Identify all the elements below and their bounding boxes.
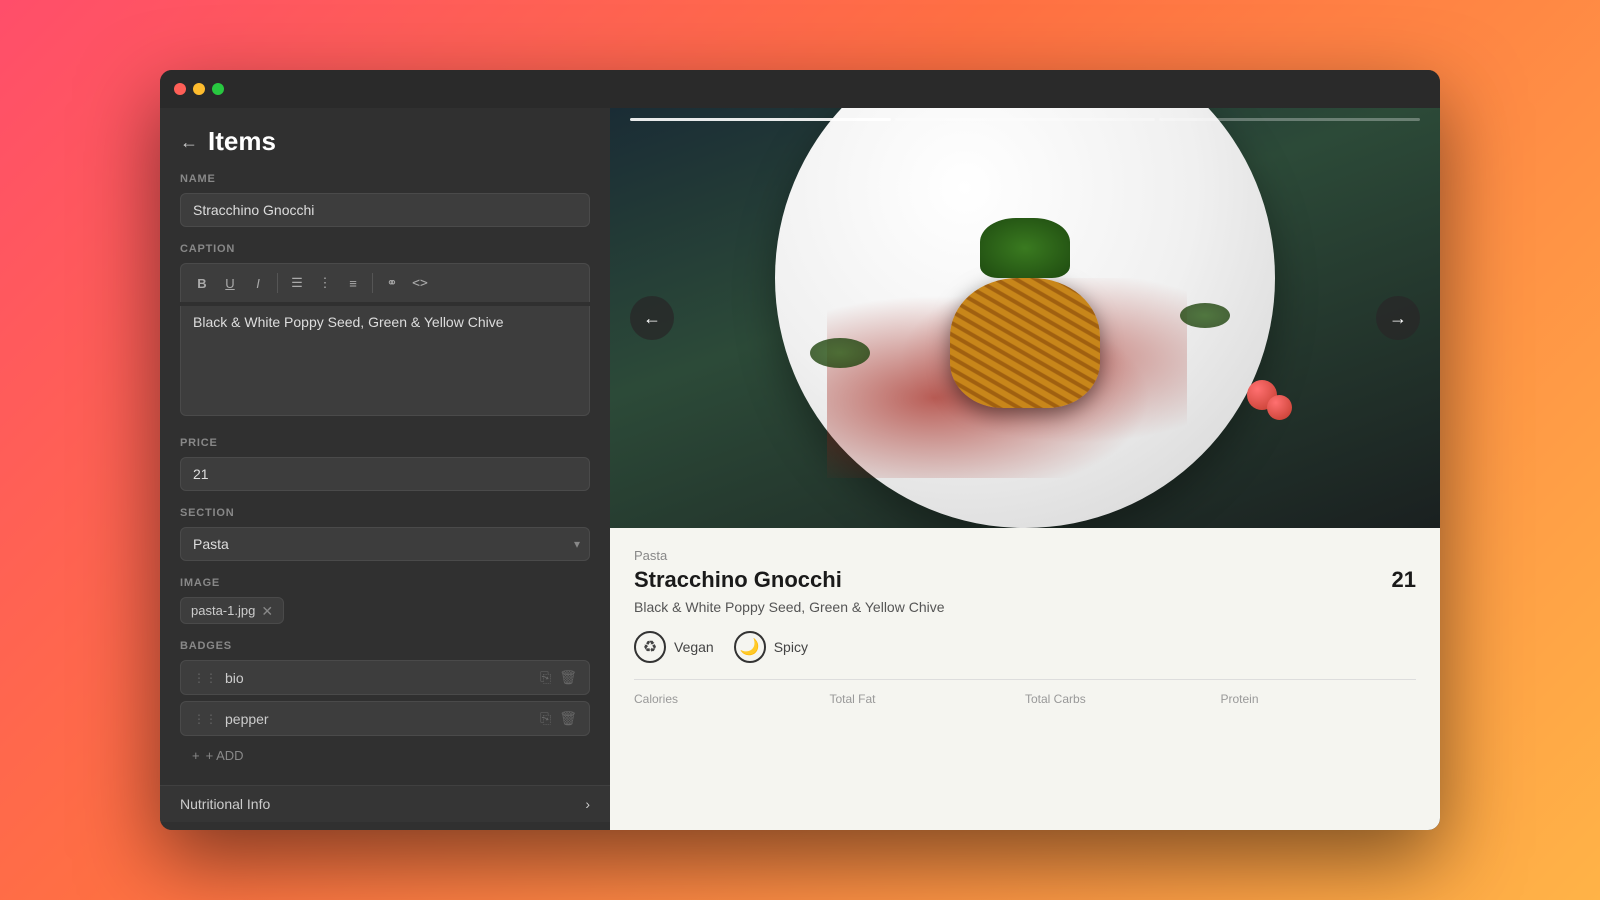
nutritional-info-row[interactable]: Nutritional Info › bbox=[160, 785, 610, 822]
toolbar-divider-2 bbox=[372, 273, 373, 293]
price-label: PRICE bbox=[180, 437, 590, 449]
spicy-icon: 🌙 bbox=[734, 631, 766, 663]
maximize-button[interactable] bbox=[212, 83, 224, 95]
tomatoes bbox=[1244, 377, 1280, 418]
badge-name-pepper: pepper bbox=[225, 711, 532, 727]
item-price-display: 21 bbox=[1392, 567, 1416, 593]
section-label: SECTION bbox=[180, 507, 590, 519]
align-button[interactable]: ≡ bbox=[340, 270, 366, 296]
code-button[interactable]: <> bbox=[407, 270, 433, 296]
add-badge-label: + ADD bbox=[206, 748, 244, 763]
calories-label: Calories bbox=[634, 692, 830, 706]
image-label: IMAGE bbox=[180, 577, 590, 589]
badge-actions-bio: ⎘ 🗑 bbox=[540, 669, 577, 686]
chevron-right-icon: › bbox=[585, 796, 590, 812]
image-section: IMAGE pasta-1.jpg ✕ bbox=[160, 577, 610, 640]
drag-handle-icon[interactable]: ⋮⋮ bbox=[193, 671, 217, 685]
slide-indicators bbox=[630, 118, 1420, 121]
right-preview-panel: ← → Pasta Stracchino Gnocchi 21 Black & … bbox=[610, 108, 1440, 830]
badge-item-pepper: ⋮⋮ pepper ⎘ 🗑 bbox=[180, 701, 590, 736]
badge-vegan: ♻ Vegan bbox=[634, 631, 714, 663]
unordered-list-button[interactable]: ☰ bbox=[284, 270, 310, 296]
food-scene bbox=[610, 108, 1440, 528]
caption-input[interactable]: Black & White Poppy Seed, Green & Yellow… bbox=[180, 306, 590, 416]
copy-icon[interactable]: ⎘ bbox=[540, 669, 551, 686]
section-select-wrap: Pasta Starters Mains Desserts ▾ bbox=[180, 527, 590, 561]
main-content: ← Items NAME CAPTION B U I ☰ ⋮ ≡ bbox=[160, 108, 1440, 830]
badge-name-bio: bio bbox=[225, 670, 532, 686]
nutrition-calories: Calories bbox=[634, 692, 830, 706]
panel-header: ← Items bbox=[160, 108, 610, 173]
link-button[interactable]: ⚭ bbox=[379, 270, 405, 296]
item-category: Pasta bbox=[634, 548, 1416, 563]
underline-button[interactable]: U bbox=[217, 270, 243, 296]
prev-image-button[interactable]: ← bbox=[630, 296, 674, 340]
herbs-left bbox=[810, 338, 870, 368]
next-image-button[interactable]: → bbox=[1376, 296, 1420, 340]
delete-icon[interactable]: 🗑 bbox=[559, 710, 577, 727]
pasta-mound-area bbox=[915, 208, 1135, 438]
preview-badges-row: ♻ Vegan 🌙 Spicy bbox=[634, 631, 1416, 663]
main-window: ← Items NAME CAPTION B U I ☰ ⋮ ≡ bbox=[160, 70, 1440, 830]
item-name-display: Stracchino Gnocchi bbox=[634, 567, 842, 593]
name-input[interactable] bbox=[180, 193, 590, 227]
caption-section: CAPTION B U I ☰ ⋮ ≡ ⚭ <> Black & White P… bbox=[160, 243, 610, 437]
price-input[interactable] bbox=[180, 457, 590, 491]
image-filename: pasta-1.jpg bbox=[191, 603, 255, 618]
nutrition-row: Calories Total Fat Total Carbs Protein bbox=[634, 679, 1416, 706]
left-panel: ← Items NAME CAPTION B U I ☰ ⋮ ≡ bbox=[160, 108, 610, 830]
vegan-icon: ♻ bbox=[634, 631, 666, 663]
image-tag: pasta-1.jpg ✕ bbox=[180, 597, 284, 624]
badge-actions-pepper: ⎘ 🗑 bbox=[540, 710, 577, 727]
minimize-button[interactable] bbox=[193, 83, 205, 95]
caption-toolbar: B U I ☰ ⋮ ≡ ⚭ <> bbox=[180, 263, 590, 302]
vegan-label: Vegan bbox=[674, 639, 714, 655]
slide-indicator bbox=[895, 118, 1156, 121]
info-card: Pasta Stracchino Gnocchi 21 Black & Whit… bbox=[610, 528, 1440, 830]
name-section: NAME bbox=[160, 173, 610, 243]
image-remove-button[interactable]: ✕ bbox=[261, 604, 273, 618]
delete-icon[interactable]: 🗑 bbox=[559, 669, 577, 686]
nutrition-protein: Protein bbox=[1221, 692, 1417, 706]
name-label: NAME bbox=[180, 173, 590, 185]
slide-indicator bbox=[1159, 118, 1420, 121]
badge-item-bio: ⋮⋮ bio ⎘ 🗑 bbox=[180, 660, 590, 695]
titlebar bbox=[160, 70, 1440, 108]
protein-label: Protein bbox=[1221, 692, 1417, 706]
ordered-list-button[interactable]: ⋮ bbox=[312, 270, 338, 296]
item-name-row: Stracchino Gnocchi 21 bbox=[634, 567, 1416, 593]
herbs bbox=[980, 218, 1070, 278]
traffic-lights bbox=[174, 83, 224, 95]
fat-label: Total Fat bbox=[830, 692, 1026, 706]
italic-button[interactable]: I bbox=[245, 270, 271, 296]
close-button[interactable] bbox=[174, 83, 186, 95]
nutrition-carbs: Total Carbs bbox=[1025, 692, 1221, 706]
pasta-mound bbox=[950, 278, 1100, 408]
toolbar-divider-1 bbox=[277, 273, 278, 293]
badges-section: BADGES ⋮⋮ bio ⎘ 🗑 ⋮⋮ pepper ⎘ 🗑 bbox=[160, 640, 610, 785]
food-image-preview: ← → bbox=[610, 108, 1440, 528]
section-select[interactable]: Pasta Starters Mains Desserts bbox=[180, 527, 590, 561]
page-title: Items bbox=[208, 126, 276, 157]
nutrition-fat: Total Fat bbox=[830, 692, 1026, 706]
section-section: SECTION Pasta Starters Mains Desserts ▾ bbox=[160, 507, 610, 577]
plus-icon: + bbox=[192, 748, 200, 763]
back-button[interactable]: ← bbox=[180, 133, 198, 151]
spicy-label: Spicy bbox=[774, 639, 808, 655]
add-badge-button[interactable]: + + ADD bbox=[180, 742, 590, 769]
drag-handle-icon[interactable]: ⋮⋮ bbox=[193, 712, 217, 726]
slide-indicator-active bbox=[630, 118, 891, 121]
copy-icon[interactable]: ⎘ bbox=[540, 710, 551, 727]
badges-label: BADGES bbox=[180, 640, 590, 652]
price-section: PRICE bbox=[160, 437, 610, 507]
carbs-label: Total Carbs bbox=[1025, 692, 1221, 706]
item-caption-display: Black & White Poppy Seed, Green & Yellow… bbox=[634, 599, 1416, 615]
bold-button[interactable]: B bbox=[189, 270, 215, 296]
herbs-right bbox=[1180, 303, 1230, 328]
nutritional-label: Nutritional Info bbox=[180, 796, 270, 812]
badge-spicy: 🌙 Spicy bbox=[734, 631, 808, 663]
caption-label: CAPTION bbox=[180, 243, 590, 255]
